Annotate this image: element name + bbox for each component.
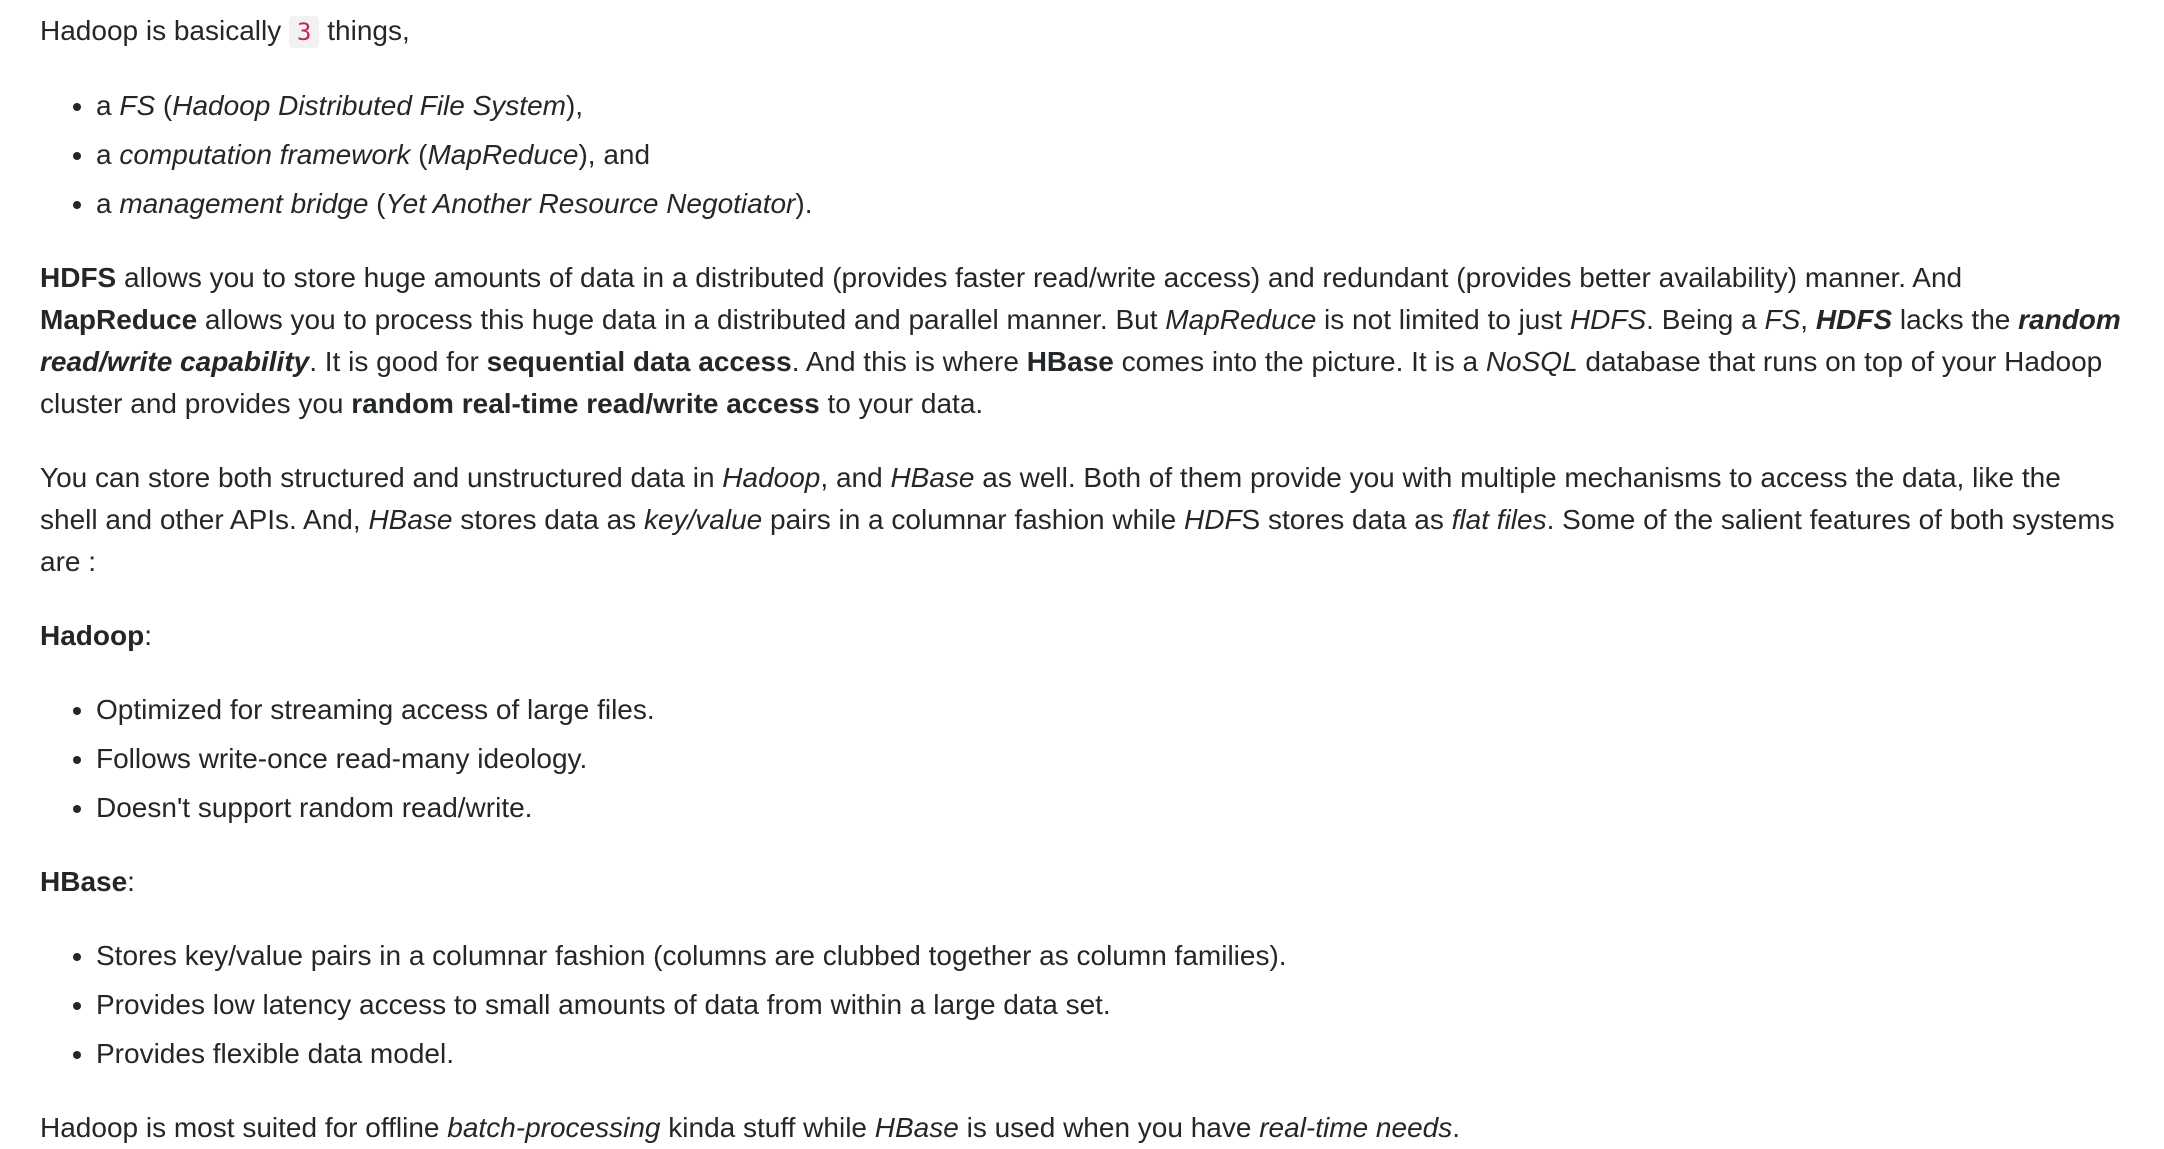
hadoop-features-list: Optimized for streaming access of large … [40, 689, 2124, 829]
storage-paragraph: You can store both structured and unstru… [40, 462, 2115, 577]
intro-text: Hadoop is basically [40, 15, 290, 46]
list-item: a FS (Hadoop Distributed File System), [96, 85, 2124, 127]
hadoop-heading: Hadoop: [40, 620, 152, 651]
list-item: Doesn't support random read/write. [96, 787, 2124, 829]
intro-paragraph: Hadoop is basically 3 things, [40, 10, 2124, 53]
list-item: Stores key/value pairs in a columnar fas… [96, 935, 2124, 977]
list-item: Provides flexible data model. [96, 1033, 2124, 1075]
list-item: a computation framework (MapReduce), and [96, 134, 2124, 176]
list-item: a management bridge (Yet Another Resourc… [96, 183, 2124, 225]
list-item: Provides low latency access to small amo… [96, 984, 2124, 1026]
things-list: a FS (Hadoop Distributed File System), a… [40, 85, 2124, 225]
hbase-features-list: Stores key/value pairs in a columnar fas… [40, 935, 2124, 1075]
hdfs-paragraph: HDFS allows you to store huge amounts of… [40, 262, 2121, 419]
inline-code-count: 3 [289, 16, 320, 48]
conclusion-paragraph: Hadoop is most suited for offline batch-… [40, 1112, 1460, 1143]
intro-text-end: things, [319, 15, 410, 46]
list-item: Follows write-once read-many ideology. [96, 738, 2124, 780]
hbase-heading: HBase: [40, 866, 135, 897]
list-item: Optimized for streaming access of large … [96, 689, 2124, 731]
